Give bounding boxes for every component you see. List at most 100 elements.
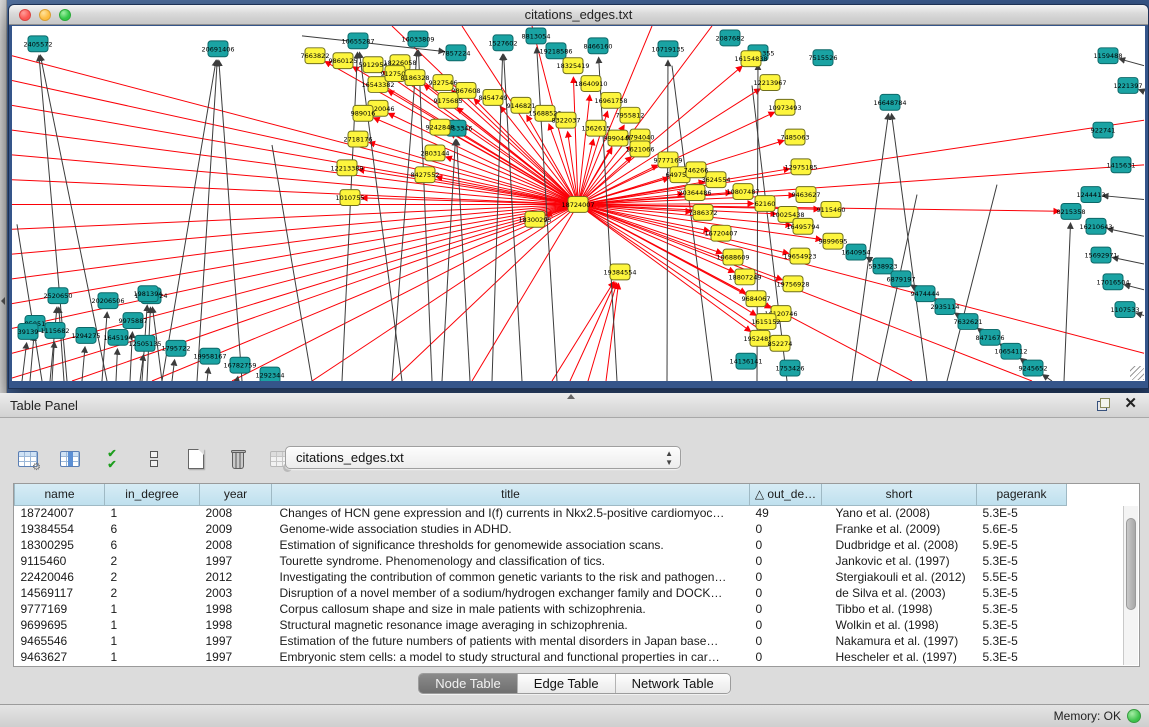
table-cell[interactable]: Estimation of significance thresholds fo… xyxy=(272,537,750,553)
select-columns-icon[interactable]: ✔✔ xyxy=(98,445,126,473)
table-cell[interactable]: 2009 xyxy=(200,521,272,537)
table-cell[interactable]: 9777169 xyxy=(15,601,105,617)
table-cell[interactable]: 5.3E-5 xyxy=(977,633,1067,649)
vertical-scrollbar[interactable] xyxy=(1123,506,1138,665)
table-cell[interactable]: 49 xyxy=(750,505,822,521)
tab-node-table[interactable]: Node Table xyxy=(419,674,517,693)
table-cell[interactable]: 0 xyxy=(750,633,822,649)
table-cell[interactable]: 9115460 xyxy=(15,553,105,569)
table-row[interactable]: 2242004622012Investigating the contribut… xyxy=(15,569,1067,585)
table-cell[interactable]: Disruption of a novel member of a sodium… xyxy=(272,585,750,601)
table-cell[interactable]: 2008 xyxy=(200,537,272,553)
table-cell[interactable]: 6 xyxy=(105,537,200,553)
table-cell[interactable]: 1998 xyxy=(200,617,272,633)
column-header-out_de[interactable]: △ out_de… xyxy=(750,484,822,505)
table-cell[interactable]: Nakamura et al. (1997) xyxy=(822,633,977,649)
table-cell[interactable]: Embryonic stem cells: a model to study s… xyxy=(272,649,750,665)
table-cell[interactable]: 0 xyxy=(750,521,822,537)
memory-status-indicator[interactable] xyxy=(1127,709,1141,723)
table-row[interactable]: 911546021997Tourette syndrome. Phenomeno… xyxy=(15,553,1067,569)
table-cell[interactable]: 1998 xyxy=(200,601,272,617)
row-boxes-icon[interactable] xyxy=(140,445,168,473)
table-cell[interactable]: 2012 xyxy=(200,569,272,585)
column-visibility-icon[interactable] xyxy=(56,445,84,473)
table-cell[interactable]: Changes of HCN gene expression and I(f) … xyxy=(272,505,750,521)
tab-edge-table[interactable]: Edge Table xyxy=(517,674,615,693)
table-cell[interactable]: Tourette syndrome. Phenomenology and cla… xyxy=(272,553,750,569)
table-row[interactable]: 1830029562008Estimation of significance … xyxy=(15,537,1067,553)
close-panel-icon[interactable]: ✕ xyxy=(1124,397,1137,411)
table-cell[interactable]: 5.5E-5 xyxy=(977,569,1067,585)
table-cell[interactable]: Tibbo et al. (1998) xyxy=(822,601,977,617)
table-selector-dropdown[interactable]: citations_edges.txt ▲▼ xyxy=(285,446,681,469)
table-panel-titlebar[interactable]: Table Panel ✕ xyxy=(0,393,1149,418)
column-header-name[interactable]: name xyxy=(15,484,105,505)
table-cell[interactable]: 0 xyxy=(750,553,822,569)
split-divider[interactable] xyxy=(0,0,7,393)
column-header-short[interactable]: short xyxy=(822,484,977,505)
table-cell[interactable]: 2 xyxy=(105,553,200,569)
table-cell[interactable]: 1 xyxy=(105,649,200,665)
network-view-window[interactable]: citations_edges.txt 24055722069140610655… xyxy=(8,4,1149,389)
table-cell[interactable]: 6 xyxy=(105,521,200,537)
table-cell[interactable]: 5.3E-5 xyxy=(977,601,1067,617)
table-cell[interactable]: de Silva et al. (2003) xyxy=(822,585,977,601)
table-cell[interactable]: 0 xyxy=(750,649,822,665)
table-cell[interactable]: 1997 xyxy=(200,633,272,649)
table-cell[interactable]: 1997 xyxy=(200,553,272,569)
table-cell[interactable]: 5.3E-5 xyxy=(977,649,1067,665)
float-panel-icon[interactable] xyxy=(1097,398,1110,411)
split-collapse-icon[interactable] xyxy=(567,394,575,399)
network-canvas[interactable]: 2405572206914061065528716033809785722415… xyxy=(12,26,1145,381)
table-cell[interactable]: Estimation of the future numbers of pati… xyxy=(272,633,750,649)
table-cell[interactable]: 5.6E-5 xyxy=(977,521,1067,537)
column-header-in_degree[interactable]: in_degree xyxy=(105,484,200,505)
table-cell[interactable]: 9699695 xyxy=(15,617,105,633)
table-cell[interactable]: 22420046 xyxy=(15,569,105,585)
tab-network-table[interactable]: Network Table xyxy=(615,674,730,693)
column-header-title[interactable]: title xyxy=(272,484,750,505)
table-row[interactable]: 1456911722003Disruption of a novel membe… xyxy=(15,585,1067,601)
table-row[interactable]: 969969511998Structural magnetic resonanc… xyxy=(15,617,1067,633)
table-row[interactable]: 1938455462009Genome-wide association stu… xyxy=(15,521,1067,537)
table-cell[interactable]: 0 xyxy=(750,585,822,601)
table-row[interactable]: 946554611997Estimation of the future num… xyxy=(15,633,1067,649)
table-cell[interactable]: 5.3E-5 xyxy=(977,505,1067,521)
column-header-pagerank[interactable]: pagerank xyxy=(977,484,1067,505)
table-cell[interactable]: 1997 xyxy=(200,649,272,665)
table-cell[interactable]: Hescheler et al. (1997) xyxy=(822,649,977,665)
window-titlebar[interactable]: citations_edges.txt xyxy=(9,5,1148,25)
table-cell[interactable]: 0 xyxy=(750,617,822,633)
table-cell[interactable]: Structural magnetic resonance image aver… xyxy=(272,617,750,633)
table-cell[interactable]: 5.9E-5 xyxy=(977,537,1067,553)
scrollbar-thumb[interactable] xyxy=(1126,518,1136,610)
table-cell[interactable]: 0 xyxy=(750,537,822,553)
table-cell[interactable]: Franke et al. (2009) xyxy=(822,521,977,537)
table-cell[interactable]: Yano et al. (2008) xyxy=(822,505,977,521)
table-cell[interactable]: 18300295 xyxy=(15,537,105,553)
table-cell[interactable]: 1 xyxy=(105,633,200,649)
table-cell[interactable]: 1 xyxy=(105,617,200,633)
table-cell[interactable]: 2008 xyxy=(200,505,272,521)
table-cell[interactable]: 5.3E-5 xyxy=(977,553,1067,569)
citation-network-graph[interactable]: 2405572206914061065528716033809785722415… xyxy=(12,26,1145,381)
delete-rows-icon[interactable] xyxy=(224,445,252,473)
table-cell[interactable]: 0 xyxy=(750,601,822,617)
table-row[interactable]: 946362711997Embryonic stem cells: a mode… xyxy=(15,649,1067,665)
table-options-icon[interactable]: ⚙ xyxy=(14,445,42,473)
table-cell[interactable]: 1 xyxy=(105,505,200,521)
table-cell[interactable]: Dudbridge et al. (2008) xyxy=(822,537,977,553)
table-row[interactable]: 977716911998Corpus callosum shape and si… xyxy=(15,601,1067,617)
table-row[interactable]: 1872400712008Changes of HCN gene express… xyxy=(15,505,1067,521)
table-cell[interactable]: Stergiakouli et al. (2012) xyxy=(822,569,977,585)
table-cell[interactable]: 9463627 xyxy=(15,649,105,665)
table-cell[interactable]: 2 xyxy=(105,585,200,601)
table-cell[interactable]: Jankovic et al. (1997) xyxy=(822,553,977,569)
table-cell[interactable]: 0 xyxy=(750,569,822,585)
table-cell[interactable]: 14569117 xyxy=(15,585,105,601)
table-cell[interactable]: 5.3E-5 xyxy=(977,617,1067,633)
table-cell[interactable]: Wolkin et al. (1998) xyxy=(822,617,977,633)
table-cell[interactable]: Corpus callosum shape and size in male p… xyxy=(272,601,750,617)
new-table-icon[interactable] xyxy=(182,445,210,473)
table-cell[interactable]: 18724007 xyxy=(15,505,105,521)
